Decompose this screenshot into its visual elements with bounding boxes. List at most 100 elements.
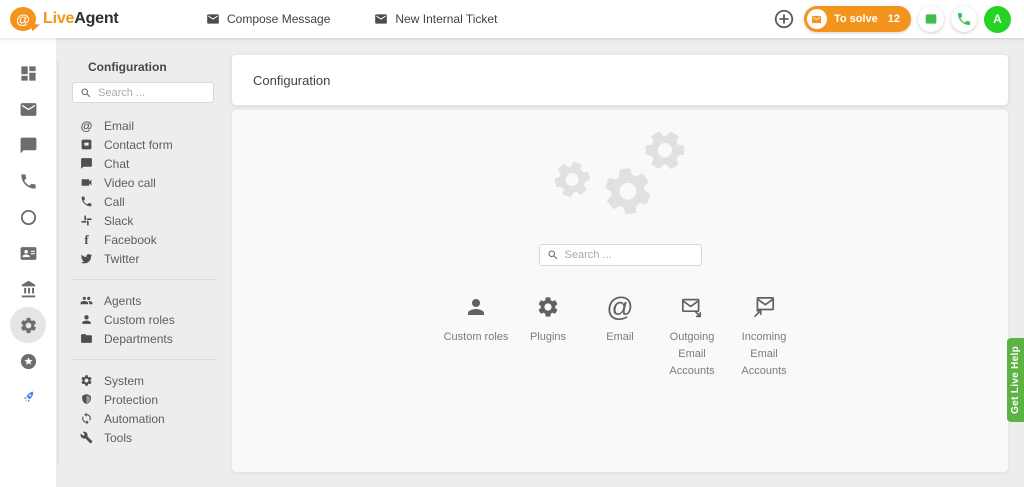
contact-card-icon (19, 244, 38, 263)
sidebar-item-protection[interactable]: Protection (59, 390, 232, 409)
sidebar-search-input[interactable] (98, 87, 206, 99)
facebook-icon: f (80, 233, 93, 246)
main-card: Custom roles Plugins @ Email Outgoing Em… (232, 110, 1008, 472)
sidebar-item-contact-form[interactable]: Contact form (59, 135, 232, 154)
sidebar-item-label: Custom roles (104, 313, 175, 327)
outgoing-mail-icon (680, 292, 704, 319)
tile-label: Incoming Email Accounts (728, 329, 800, 380)
bank-icon (19, 280, 38, 299)
main-area: Configuration Custom roles Plugins @ (232, 55, 1008, 472)
sidebar-item-agents[interactable]: Agents (59, 291, 232, 310)
tile-custom-roles[interactable]: Custom roles (440, 292, 512, 380)
sidebar-item-email[interactable]: @ Email (59, 116, 232, 135)
phone-icon (19, 172, 38, 191)
tile-label: Outgoing Email Accounts (656, 329, 728, 380)
rail-item-history[interactable] (10, 199, 46, 235)
configuration-tiles: Custom roles Plugins @ Email Outgoing Em… (440, 292, 800, 380)
tile-plugins[interactable]: Plugins (512, 292, 584, 380)
sidebar-item-label: Twitter (104, 252, 139, 266)
chat-icon (80, 157, 93, 170)
sidebar-item-chat[interactable]: Chat (59, 154, 232, 173)
sidebar-item-twitter[interactable]: Twitter (59, 249, 232, 268)
rail-item-chats[interactable] (10, 127, 46, 163)
rail-item-contacts[interactable] (10, 235, 46, 271)
avatar[interactable]: A (984, 6, 1011, 33)
logo-text-agent: Agent (74, 10, 118, 27)
tile-incoming-email-accounts[interactable]: Incoming Email Accounts (728, 292, 800, 380)
sidebar-item-label: Email (104, 119, 134, 133)
sidebar-item-system[interactable]: System (59, 371, 232, 390)
tile-email[interactable]: @ Email (584, 292, 656, 380)
phone-icon (956, 11, 972, 27)
sidebar-item-label: Tools (104, 431, 132, 445)
gear-icon (80, 374, 93, 387)
tile-label: Custom roles (444, 329, 509, 346)
sidebar-item-label: Facebook (104, 233, 157, 247)
icon-rail (0, 38, 56, 487)
mail-icon (374, 12, 388, 26)
sidebar-item-facebook[interactable]: f Facebook (59, 230, 232, 249)
rail-item-getting-started[interactable] (10, 379, 46, 415)
compose-message-button[interactable]: Compose Message (206, 12, 330, 26)
topbar-actions: Compose Message New Internal Ticket (206, 12, 497, 26)
calls-button[interactable] (951, 6, 977, 32)
video-call-icon (80, 176, 93, 189)
sidebar-item-label: Automation (104, 412, 165, 426)
sidebar-item-call[interactable]: Call (59, 192, 232, 211)
sidebar-divider (72, 279, 217, 280)
star-circle-icon (19, 352, 38, 371)
topbar: @ LiveAgent Compose Message New Internal… (0, 0, 1024, 38)
sidebar-item-custom-roles[interactable]: Custom roles (59, 310, 232, 329)
new-internal-ticket-button[interactable]: New Internal Ticket (374, 12, 497, 26)
twitter-icon (80, 252, 93, 265)
configuration-search-input[interactable] (565, 249, 694, 261)
main-header: Configuration (232, 55, 1008, 105)
rail-item-star[interactable] (10, 343, 46, 379)
mail-icon (19, 100, 38, 119)
logo-text: LiveAgent (43, 10, 119, 28)
sync-icon (80, 412, 93, 425)
avatar-letter: A (993, 12, 1002, 26)
logo-at-glyph: @ (16, 11, 30, 27)
chat-square-icon (923, 11, 939, 27)
sidebar-item-slack[interactable]: Slack (59, 211, 232, 230)
gear-icon (19, 316, 38, 335)
sidebar-item-departments[interactable]: Departments (59, 329, 232, 348)
liveagent-logo[interactable]: @ LiveAgent (10, 7, 206, 31)
sidebar-menu: @ Email Contact form Chat Video call Cal… (59, 116, 232, 447)
tile-outgoing-email-accounts[interactable]: Outgoing Email Accounts (656, 292, 728, 380)
chats-button[interactable] (918, 6, 944, 32)
configuration-search[interactable] (539, 244, 702, 266)
rail-item-dashboard[interactable] (10, 55, 46, 91)
contact-form-icon (80, 138, 93, 151)
sidebar-item-video-call[interactable]: Video call (59, 173, 232, 192)
add-circle-icon (773, 8, 795, 30)
rail-item-calls[interactable] (10, 163, 46, 199)
sidebar-item-label: Contact form (104, 138, 173, 152)
search-icon (80, 87, 92, 99)
rail-item-company[interactable] (10, 271, 46, 307)
sidebar-title: Configuration (88, 60, 232, 74)
add-button[interactable] (771, 6, 797, 32)
wrench-icon (80, 431, 93, 444)
rail-item-tickets[interactable] (10, 91, 46, 127)
compose-message-label: Compose Message (227, 12, 330, 26)
rail-item-configuration[interactable] (10, 307, 46, 343)
person-icon (464, 292, 488, 319)
ring-icon (19, 208, 38, 227)
sidebar-search[interactable] (72, 82, 214, 103)
to-solve-button[interactable]: To solve 12 (804, 6, 911, 32)
get-live-help-label: Get Live Help (1010, 346, 1021, 414)
folder-icon (80, 332, 93, 345)
get-live-help-button[interactable]: Get Live Help (1007, 338, 1024, 422)
dashboard-icon (19, 64, 38, 83)
sidebar-item-automation[interactable]: Automation (59, 409, 232, 428)
sidebar-item-label: System (104, 374, 144, 388)
configuration-sidebar: Configuration @ Email Contact form Chat … (59, 38, 232, 487)
logo-text-live: Live (43, 10, 74, 27)
sidebar-item-label: Departments (104, 332, 173, 346)
search-icon (547, 249, 559, 261)
sidebar-item-label: Protection (104, 393, 158, 407)
sidebar-item-label: Chat (104, 157, 129, 171)
sidebar-item-tools[interactable]: Tools (59, 428, 232, 447)
